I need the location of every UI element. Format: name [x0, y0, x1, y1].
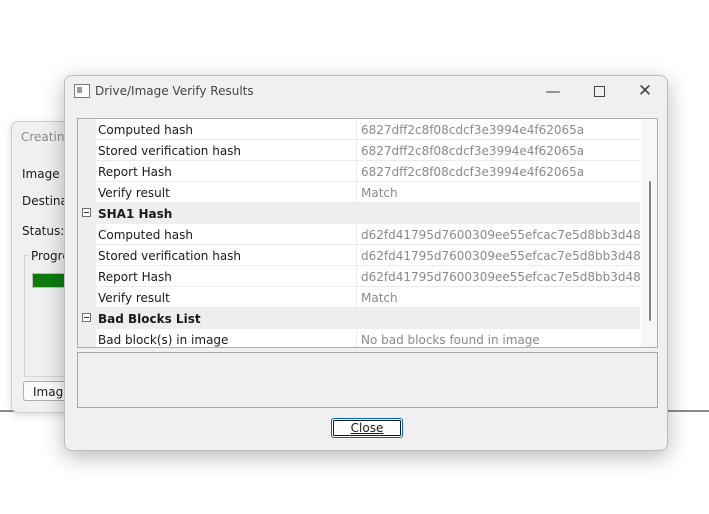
minimize-button[interactable]: — [530, 76, 576, 106]
column-separator [356, 245, 357, 266]
grid-row[interactable]: Report Hash 6827dff2c8f08cdcf3e3994e4f62… [78, 161, 640, 182]
property-name: Stored verification hash [98, 144, 242, 158]
property-value: 6827dff2c8f08cdcf3e3994e4f62065a [361, 144, 585, 158]
property-name: Report Hash [98, 165, 172, 179]
property-name: Verify result [98, 291, 170, 305]
vertical-scrollbar[interactable] [641, 119, 657, 347]
column-separator [356, 224, 357, 245]
grid-row[interactable]: Computed hash 6827dff2c8f08cdcf3e3994e4f… [78, 119, 640, 140]
column-separator [356, 329, 357, 347]
grid-row[interactable]: Stored verification hash d62fd41795d7600… [78, 245, 656, 266]
window-close-button[interactable]: ✕ [622, 76, 668, 106]
close-button[interactable]: Close [331, 418, 403, 438]
column-separator [356, 140, 357, 161]
property-value: d62fd41795d7600309ee55efcac7e5d8bb3d481b [361, 270, 657, 284]
category-label: Bad Blocks List [98, 312, 201, 326]
property-name: Computed hash [98, 123, 193, 137]
verify-results-dialog: Drive/Image Verify Results — ✕ Computed … [64, 75, 668, 451]
property-value: d62fd41795d7600309ee55efcac7e5d8bb3d481b [361, 249, 657, 263]
grid-row[interactable]: Verify result Match [78, 182, 640, 203]
description-pane [77, 352, 658, 408]
collapse-toggle-icon[interactable] [82, 208, 91, 217]
property-value: Match [361, 186, 398, 200]
property-value: d62fd41795d7600309ee55efcac7e5d8bb3d481b [361, 228, 657, 242]
title-bar[interactable]: Drive/Image Verify Results — ✕ [65, 76, 667, 108]
dialog-title: Drive/Image Verify Results [95, 84, 254, 98]
property-name: Bad block(s) in image [98, 333, 229, 347]
grid-row[interactable]: Computed hash d62fd41795d7600309ee55efca… [78, 224, 656, 245]
category-row-sha1[interactable]: SHA1 Hash [78, 203, 640, 224]
minimize-icon: — [545, 82, 561, 100]
column-separator [356, 182, 357, 203]
property-value: Match [361, 291, 398, 305]
property-value: 6827dff2c8f08cdcf3e3994e4f62065a [361, 165, 585, 179]
grid-row[interactable]: Verify result Match [78, 287, 640, 308]
close-icon: ✕ [637, 81, 653, 101]
property-name: Computed hash [98, 228, 193, 242]
property-value: No bad blocks found in image [361, 333, 540, 347]
property-value: 6827dff2c8f08cdcf3e3994e4f62065a [361, 123, 585, 137]
property-name: Stored verification hash [98, 249, 242, 263]
column-separator [356, 287, 357, 308]
app-icon [74, 84, 90, 98]
column-separator [356, 119, 357, 140]
scrollbar-thumb[interactable] [649, 181, 651, 321]
column-separator [356, 266, 357, 287]
column-separator [356, 161, 357, 182]
results-property-grid[interactable]: Computed hash 6827dff2c8f08cdcf3e3994e4f… [77, 118, 658, 348]
property-name: Verify result [98, 186, 170, 200]
grid-row[interactable]: Report Hash d62fd41795d7600309ee55efcac7… [78, 266, 656, 287]
category-row-bad-blocks[interactable]: Bad Blocks List [78, 308, 640, 329]
status-label: Status: [22, 224, 65, 238]
category-label: SHA1 Hash [98, 207, 173, 221]
property-name: Report Hash [98, 270, 172, 284]
maximize-icon [593, 85, 605, 97]
collapse-toggle-icon[interactable] [82, 313, 91, 322]
maximize-button[interactable] [576, 76, 622, 106]
grid-row[interactable]: Bad block(s) in image No bad blocks foun… [78, 329, 640, 347]
grid-row[interactable]: Stored verification hash 6827dff2c8f08cd… [78, 140, 640, 161]
